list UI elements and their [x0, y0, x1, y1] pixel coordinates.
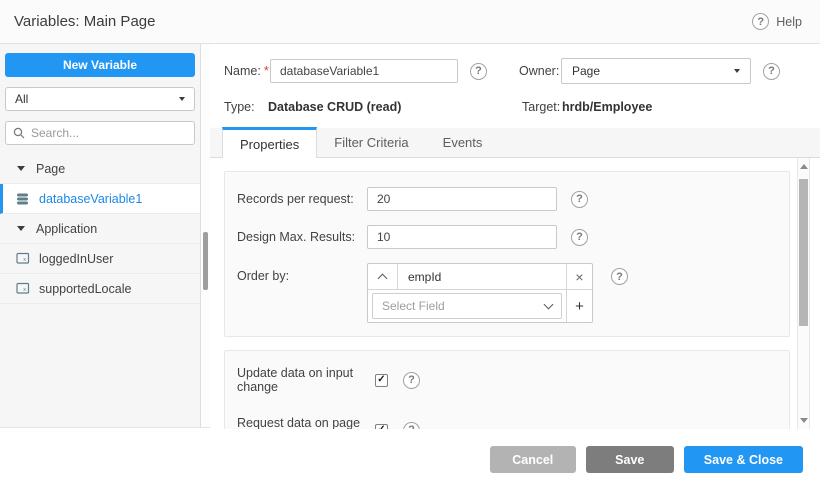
tab-bar: Properties Filter Criteria Events — [210, 128, 820, 158]
variable-filter-value: All — [15, 92, 28, 106]
save-button[interactable]: Save — [586, 446, 674, 473]
order-by-add-row: Select Field + — [368, 290, 592, 322]
cancel-button[interactable]: Cancel — [490, 446, 576, 473]
type-label: Type: — [224, 100, 255, 114]
target-label: Target: — [522, 100, 560, 114]
tab-events[interactable]: Events — [426, 127, 500, 157]
chevron-down-icon — [734, 69, 740, 73]
target-value: hrdb/Employee — [562, 100, 652, 114]
chevron-down-icon — [179, 97, 185, 101]
order-by-widget: empId × Select Field + — [367, 263, 593, 323]
request-on-load-row: Request data on page load ✓ ? — [237, 416, 777, 430]
scroll-up-icon[interactable] — [800, 164, 808, 169]
records-help-icon[interactable]: ? — [571, 191, 588, 208]
help-label: Help — [776, 15, 802, 29]
name-input[interactable] — [270, 59, 458, 83]
chevron-up-icon — [378, 274, 388, 284]
remove-field-button[interactable]: × — [566, 264, 592, 289]
tree-item-label: databaseVariable1 — [39, 192, 142, 206]
sidebar-scrollbar-thumb[interactable] — [203, 232, 208, 290]
collapse-icon[interactable] — [17, 166, 25, 171]
select-field-placeholder: Select Field — [382, 299, 445, 313]
request-on-load-label: Request data on page load — [237, 416, 375, 430]
design-max-row: Design Max. Results: ? — [237, 225, 777, 249]
design-max-label: Design Max. Results: — [237, 230, 367, 244]
name-label: Name:* — [224, 64, 270, 78]
dialog-footer: Cancel Save Save & Close — [0, 429, 820, 490]
tree-group-label: Application — [36, 222, 97, 236]
page-title: Variables: Main Page — [14, 13, 155, 30]
variable-icon: x — [16, 282, 30, 295]
tree-item-supportedlocale[interactable]: x supportedLocale — [0, 274, 200, 304]
search-icon — [13, 127, 25, 139]
variables-tree: Page databaseVariable1 Application x log… — [0, 154, 200, 304]
design-max-help-icon[interactable]: ? — [571, 229, 588, 246]
scroll-down-icon[interactable] — [800, 418, 808, 423]
order-by-label: Order by: — [237, 263, 367, 283]
records-per-request-row: Records per request: ? — [237, 187, 777, 211]
tree-item-databasevariable1[interactable]: databaseVariable1 — [0, 184, 200, 214]
help-icon[interactable]: ? — [752, 13, 769, 30]
variable-detail-panel: Name:* ? Owner:* Page ? Type: Database C… — [210, 44, 820, 428]
design-max-input[interactable] — [367, 225, 557, 249]
name-help-icon[interactable]: ? — [470, 63, 487, 80]
name-owner-row: Name:* ? Owner:* Page ? — [210, 58, 820, 84]
type-target-row: Type: Database CRUD (read) Target: hrdb/… — [210, 100, 820, 118]
tree-item-loggedinuser[interactable]: x loggedInUser — [0, 244, 200, 274]
order-by-entry: empId × — [368, 264, 592, 290]
properties-scrollbar[interactable] — [797, 158, 810, 430]
chevron-down-icon — [544, 300, 554, 310]
order-by-help-icon[interactable]: ? — [611, 268, 628, 285]
records-label: Records per request: — [237, 192, 367, 206]
collapse-icon[interactable] — [17, 226, 25, 231]
update-on-change-label: Update data on input change — [237, 366, 375, 394]
variables-sidebar: New Variable All Page databaseVariable1 — [0, 44, 200, 428]
required-marker: * — [264, 64, 269, 78]
sort-direction-button[interactable] — [368, 264, 398, 289]
database-icon — [16, 192, 30, 206]
tree-group-page[interactable]: Page — [0, 154, 200, 184]
tab-properties[interactable]: Properties — [222, 127, 317, 158]
sidebar-scrollbar[interactable] — [200, 44, 210, 428]
owner-label: Owner:* — [519, 64, 561, 78]
behavior-card: Update data on input change ✓ ? Request … — [224, 350, 790, 430]
tab-filter-criteria[interactable]: Filter Criteria — [317, 127, 425, 157]
new-variable-button[interactable]: New Variable — [5, 53, 195, 77]
owner-value: Page — [572, 64, 600, 78]
order-by-field: empId — [398, 264, 566, 289]
update-on-change-row: Update data on input change ✓ ? — [237, 366, 777, 394]
owner-select[interactable]: Page — [561, 58, 751, 84]
tree-group-label: Page — [36, 162, 65, 176]
update-on-change-checkbox[interactable]: ✓ — [375, 374, 388, 387]
variable-filter-select[interactable]: All — [5, 87, 195, 111]
tree-group-application[interactable]: Application — [0, 214, 200, 244]
type-value: Database CRUD (read) — [268, 100, 401, 114]
update-on-change-help-icon[interactable]: ? — [403, 372, 420, 389]
add-field-button[interactable]: + — [566, 290, 592, 322]
select-field-dropdown[interactable]: Select Field — [372, 293, 562, 319]
tree-item-label: supportedLocale — [39, 282, 131, 296]
save-and-close-button[interactable]: Save & Close — [684, 446, 803, 473]
properties-pane: Records per request: ? Design Max. Resul… — [210, 158, 810, 430]
tree-item-label: loggedInUser — [39, 252, 113, 266]
search-input[interactable] — [31, 126, 187, 140]
properties-scrollbar-thumb[interactable] — [799, 179, 808, 326]
search-box[interactable] — [5, 121, 195, 145]
variable-icon: x — [16, 252, 30, 265]
dialog-header: Variables: Main Page ? Help — [0, 0, 820, 44]
order-by-row: Order by: empId × Select Field — [237, 263, 777, 323]
records-input[interactable] — [367, 187, 557, 211]
svg-text:x: x — [23, 257, 26, 263]
data-settings-card: Records per request: ? Design Max. Resul… — [224, 171, 790, 337]
owner-help-icon[interactable]: ? — [763, 63, 780, 80]
help-button[interactable]: ? Help — [752, 13, 802, 30]
svg-text:x: x — [23, 287, 26, 293]
